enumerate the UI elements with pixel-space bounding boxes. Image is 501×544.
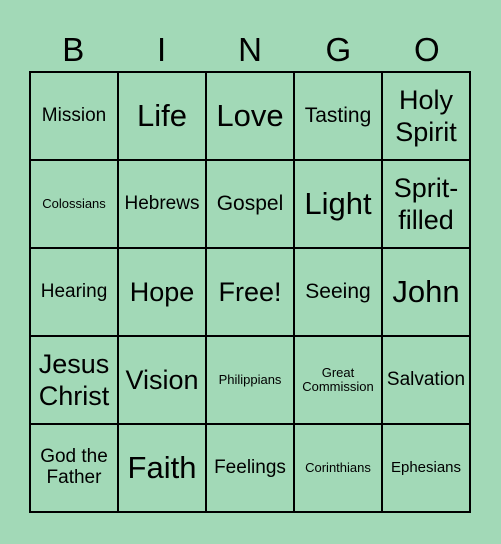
bingo-cell-label: Life <box>137 97 187 133</box>
bingo-cell-label: Feelings <box>214 456 286 478</box>
header-letter-n: N <box>238 31 262 68</box>
bingo-cell-label: Mission <box>41 104 107 126</box>
bingo-header: B I N G O <box>29 28 471 72</box>
bingo-cell-label: Vision <box>125 364 199 395</box>
bingo-cell-label: Seeing <box>305 280 371 304</box>
bingo-cell[interactable]: Gospel <box>206 160 294 248</box>
bingo-cell-label: Salvation <box>386 368 466 390</box>
header-letter-g: G <box>325 31 352 68</box>
bingo-cell-label: Hearing <box>40 280 108 302</box>
bingo-cell-label: Great Commission <box>302 364 374 394</box>
bingo-cell[interactable]: God the Father <box>30 424 118 512</box>
bingo-cell-label: Philippians <box>218 371 282 387</box>
bingo-cell-label: Tasting <box>304 104 372 128</box>
bingo-cell-label: Hebrews <box>124 192 200 214</box>
bingo-cell-label: Holy Spirit <box>395 84 457 147</box>
bingo-cell-label: Free! <box>218 276 282 307</box>
bingo-cell[interactable]: Love <box>206 72 294 160</box>
bingo-cell[interactable]: Great Commission <box>294 336 382 424</box>
bingo-cell[interactable]: Tasting <box>294 72 382 160</box>
bingo-cell[interactable]: Hearing <box>30 248 118 336</box>
bingo-cell-label: John <box>392 273 460 309</box>
bingo-cell[interactable]: Seeing <box>294 248 382 336</box>
bingo-cell-label: Gospel <box>216 192 284 216</box>
bingo-cell[interactable]: Ephesians <box>382 424 470 512</box>
header-letter-i: I <box>157 31 167 68</box>
header-letter-b: B <box>62 31 85 68</box>
bingo-cell[interactable]: Mission <box>30 72 118 160</box>
bingo-cell[interactable]: Sprit-filled <box>382 160 470 248</box>
bingo-cell[interactable]: Philippians <box>206 336 294 424</box>
bingo-cell-label: Sprit-filled <box>393 172 459 235</box>
bingo-cell[interactable]: Light <box>294 160 382 248</box>
bingo-cell[interactable]: Holy Spirit <box>382 72 470 160</box>
bingo-cell-label: Jesus Christ <box>38 348 110 411</box>
bingo-cell-label: Corinthians <box>305 459 371 475</box>
header-letter-o: O <box>413 31 440 68</box>
bingo-cell[interactable]: John <box>382 248 470 336</box>
bingo-cell[interactable]: Corinthians <box>294 424 382 512</box>
bingo-cell[interactable]: Hebrews <box>118 160 206 248</box>
bingo-cell[interactable]: Jesus Christ <box>30 336 118 424</box>
bingo-cell[interactable]: Vision <box>118 336 206 424</box>
bingo-cell-label: Ephesians <box>390 458 462 476</box>
bingo-cell-label: Love <box>216 97 284 133</box>
bingo-cell[interactable]: Faith <box>118 424 206 512</box>
bingo-cell[interactable]: Life <box>118 72 206 160</box>
bingo-cell[interactable]: Colossians <box>30 160 118 248</box>
bingo-cell-label: Light <box>304 185 372 221</box>
bingo-card: Mission Life Love Tasting Holy Spirit Colossi… <box>29 71 471 513</box>
bingo-cell[interactable]: Salvation <box>382 336 470 424</box>
bingo-cell-label: God the Father <box>40 446 108 488</box>
bingo-cell-label: Hope <box>129 276 195 307</box>
bingo-cell[interactable]: Free! <box>206 248 294 336</box>
bingo-cell[interactable]: Hope <box>118 248 206 336</box>
bingo-cell-label: Faith <box>127 449 197 485</box>
bingo-cell[interactable]: Feelings <box>206 424 294 512</box>
bingo-cell-label: Colossians <box>42 195 106 211</box>
